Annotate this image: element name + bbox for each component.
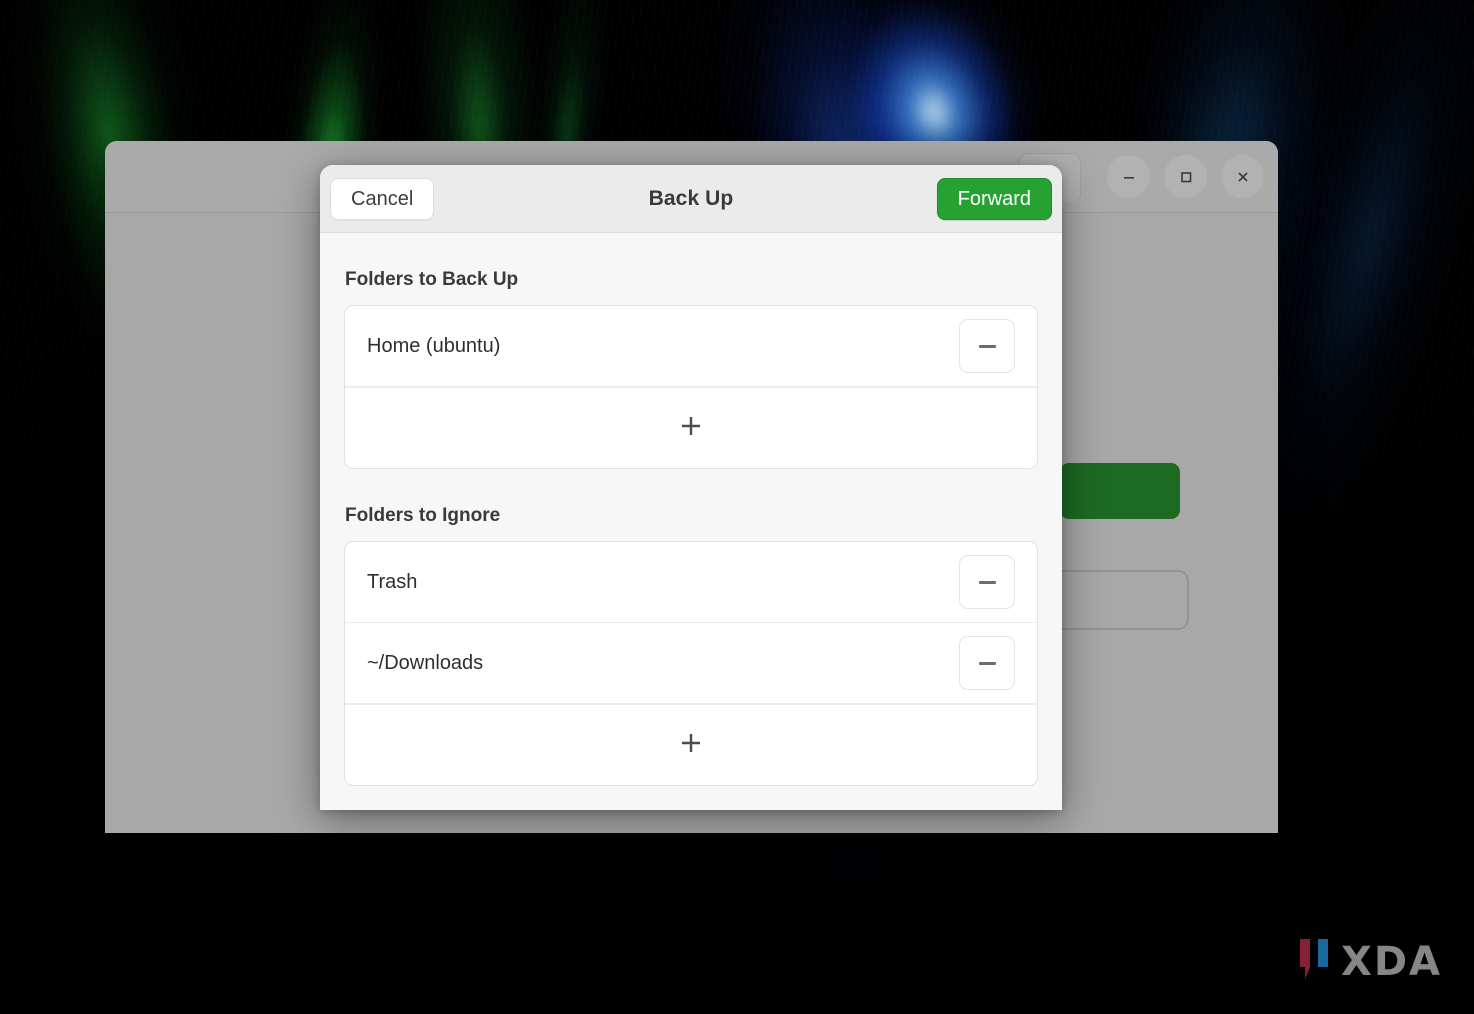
remove-folder-button[interactable] <box>959 555 1015 609</box>
folder-label: Home (ubuntu) <box>367 334 501 357</box>
plus-icon <box>678 730 704 761</box>
back-up-dialog: Cancel Back Up Forward Folders to Back U… <box>320 165 1062 810</box>
maximize-icon <box>1178 169 1194 185</box>
cancel-button[interactable]: Cancel <box>330 177 435 220</box>
section-heading-folders-to-back-up: Folders to Back Up <box>345 269 519 290</box>
dialog-headerbar: Cancel Back Up Forward <box>320 165 1062 233</box>
folders-to-back-up-list: Home (ubuntu) <box>344 305 1038 469</box>
folder-label: ~/Downloads <box>367 651 484 674</box>
list-item[interactable]: Home (ubuntu) <box>345 306 1037 387</box>
minus-icon <box>978 661 996 665</box>
folders-to-ignore-list: Trash ~/Downloads <box>344 541 1038 786</box>
remove-folder-button[interactable] <box>959 636 1015 690</box>
background-window-secondary-button[interactable] <box>1045 570 1189 630</box>
section-heading-folders-to-ignore: Folders to Ignore <box>345 505 501 526</box>
minus-icon <box>978 344 996 348</box>
dialog-content: Folders to Back Up Home (ubuntu) Folders… <box>320 233 1062 810</box>
list-item[interactable]: Trash <box>345 542 1037 623</box>
background-window-primary-button[interactable] <box>1060 463 1180 519</box>
minimize-icon <box>1121 169 1137 185</box>
close-icon <box>1235 169 1251 185</box>
folder-label: Trash <box>367 570 418 593</box>
maximize-button[interactable] <box>1164 155 1207 198</box>
add-backup-folder-button[interactable] <box>345 387 1037 468</box>
xda-watermark: XDA <box>1296 937 1442 986</box>
forward-button[interactable]: Forward <box>936 177 1052 220</box>
list-item[interactable]: ~/Downloads <box>345 623 1037 704</box>
xda-wordmark: XDA <box>1341 938 1442 985</box>
plus-icon <box>678 413 704 444</box>
close-button[interactable] <box>1221 155 1264 198</box>
xda-bubble-icon <box>1296 937 1332 986</box>
add-ignore-folder-button[interactable] <box>345 704 1037 785</box>
minimize-button[interactable] <box>1107 155 1150 198</box>
remove-folder-button[interactable] <box>959 319 1015 373</box>
window-controls-group <box>1107 155 1264 198</box>
minus-icon <box>978 580 996 584</box>
